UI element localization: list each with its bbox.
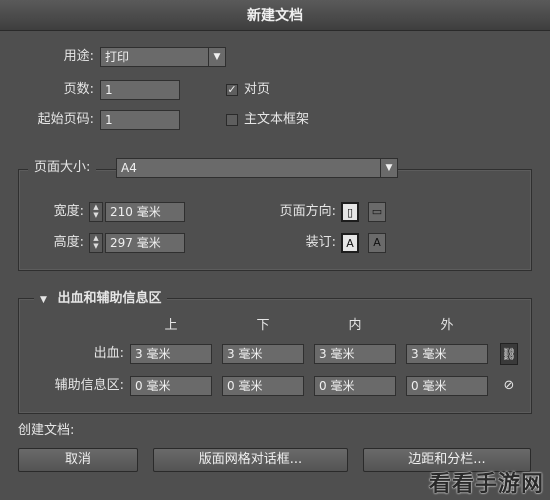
column-header-inside: 内 bbox=[348, 318, 362, 333]
height-label: 高度: bbox=[53, 235, 84, 250]
width-label: 宽度: bbox=[53, 204, 84, 219]
portrait-orientation-icon[interactable]: ▯ bbox=[341, 202, 359, 222]
watermark-text: 看看手游网 bbox=[428, 472, 544, 497]
master-text-frame-checkbox[interactable] bbox=[226, 114, 238, 126]
slug-outside-input[interactable]: 0 毫米 bbox=[406, 376, 488, 396]
slug-top-input[interactable]: 0 毫米 bbox=[130, 376, 212, 396]
master-text-frame-label: 主文本框架 bbox=[244, 112, 310, 127]
facing-pages-label: 对页 bbox=[244, 82, 271, 97]
cancel-button[interactable]: 取消 bbox=[18, 448, 138, 472]
bleed-label: 出血: bbox=[93, 346, 124, 361]
bleed-bottom-input[interactable]: 3 毫米 bbox=[222, 344, 304, 364]
width-input[interactable]: 210 毫米 bbox=[105, 202, 185, 222]
pages-label: 页数: bbox=[63, 82, 94, 97]
start-page-label: 起始页码: bbox=[37, 112, 94, 127]
orientation-label: 页面方向: bbox=[279, 204, 336, 219]
left-binding-icon[interactable]: A bbox=[341, 233, 359, 253]
disclosure-triangle-icon: ▼ bbox=[40, 295, 47, 305]
purpose-value: 打印 bbox=[105, 50, 130, 64]
create-document-label: 创建文档: bbox=[18, 423, 75, 438]
title-bar: 新建文档 bbox=[0, 0, 550, 31]
pages-input[interactable]: 1 bbox=[100, 80, 180, 100]
chevron-down-icon: ▼ bbox=[380, 159, 397, 177]
slug-inside-input[interactable]: 0 毫米 bbox=[314, 376, 396, 396]
start-page-input[interactable]: 1 bbox=[100, 110, 180, 130]
window-title: 新建文档 bbox=[247, 8, 303, 24]
slug-label: 辅助信息区: bbox=[54, 378, 124, 393]
bleed-top-input[interactable]: 3 毫米 bbox=[130, 344, 212, 364]
column-header-top: 上 bbox=[164, 318, 178, 333]
page-size-value: A4 bbox=[121, 161, 137, 175]
layout-grid-button[interactable]: 版面网格对话框... bbox=[153, 448, 348, 472]
purpose-dropdown[interactable]: 打印 ▼ bbox=[100, 47, 226, 67]
slug-bottom-input[interactable]: 0 毫米 bbox=[222, 376, 304, 396]
page-size-label: 页面大小: bbox=[28, 158, 97, 178]
binding-label: 装订: bbox=[305, 235, 336, 250]
height-stepper[interactable]: ▲ ▼ bbox=[89, 233, 103, 253]
bleed-slug-title: 出血和辅助信息区 bbox=[57, 291, 162, 306]
column-header-bottom: 下 bbox=[256, 318, 270, 333]
bleed-slug-header[interactable]: ▼ 出血和辅助信息区 bbox=[34, 289, 168, 310]
purpose-label: 用途: bbox=[63, 49, 94, 64]
broken-link-icon[interactable]: ⊘ bbox=[501, 376, 517, 396]
landscape-orientation-icon[interactable]: ▭ bbox=[368, 202, 386, 222]
link-chain-icon[interactable]: ⛓ bbox=[500, 343, 518, 365]
bleed-outside-input[interactable]: 3 毫米 bbox=[406, 344, 488, 364]
bleed-inside-input[interactable]: 3 毫米 bbox=[314, 344, 396, 364]
page-size-dropdown[interactable]: A4 ▼ bbox=[116, 158, 398, 178]
column-header-outside: 外 bbox=[440, 318, 454, 333]
chevron-down-icon: ▼ bbox=[208, 48, 225, 66]
height-input[interactable]: 297 毫米 bbox=[105, 233, 185, 253]
right-binding-icon[interactable]: A bbox=[368, 233, 386, 253]
width-stepper[interactable]: ▲ ▼ bbox=[89, 202, 103, 222]
facing-pages-checkbox[interactable]: ✓ bbox=[226, 84, 238, 96]
